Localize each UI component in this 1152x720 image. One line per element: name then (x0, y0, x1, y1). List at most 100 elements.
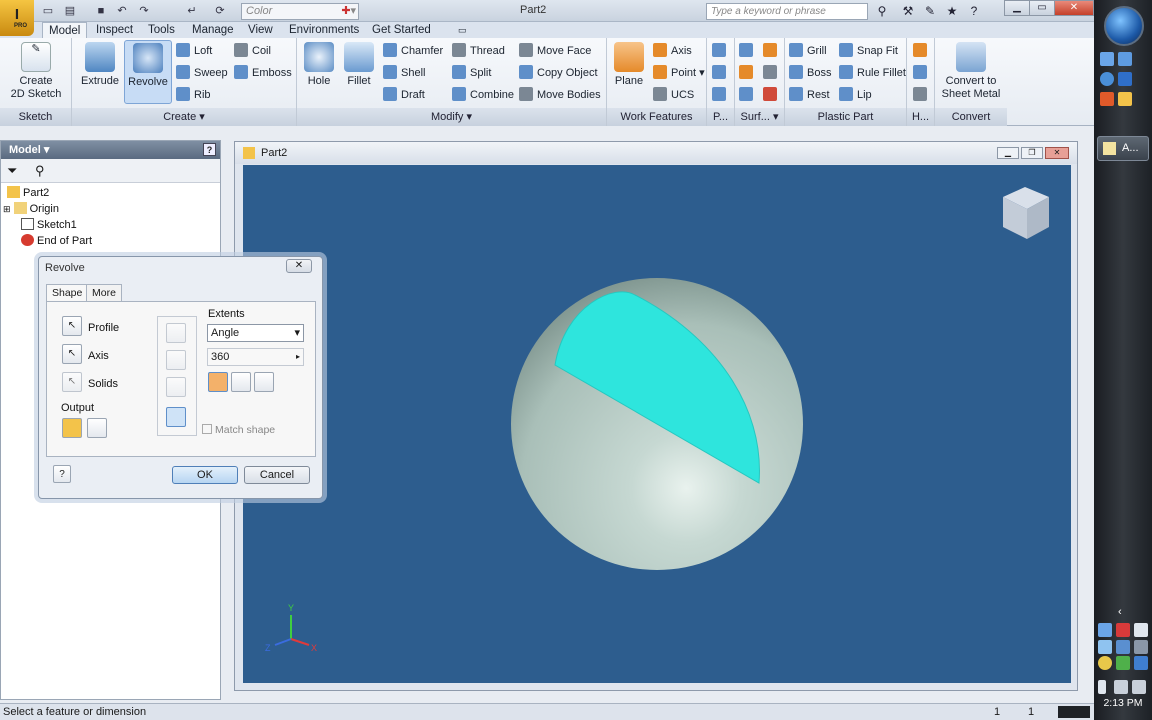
combine-button[interactable]: Combine (452, 86, 514, 104)
binoculars-icon[interactable]: ⚲ (874, 3, 890, 19)
direction-1-button[interactable] (208, 372, 228, 392)
output-surface-button[interactable] (87, 418, 107, 438)
tab-shape[interactable]: Shape (46, 284, 89, 302)
communication-icon[interactable]: ✎ (922, 3, 938, 19)
update-icon[interactable]: ⟳ (212, 3, 228, 19)
coil-button[interactable]: Coil (234, 42, 271, 60)
folder-icon[interactable] (1118, 92, 1132, 106)
switch-windows-icon[interactable] (1118, 52, 1132, 66)
delete-face-button[interactable] (763, 86, 781, 104)
tray-icon-9[interactable] (1134, 656, 1148, 670)
new-solid-button[interactable] (166, 407, 186, 427)
help-icon[interactable]: ? (53, 465, 71, 483)
word-icon[interactable] (1118, 72, 1132, 86)
tab-inspect[interactable]: Inspect (90, 22, 139, 38)
snap-fit-button[interactable]: Snap Fit (839, 42, 898, 60)
fillet-button[interactable]: Fillet (341, 42, 377, 88)
tree-item-origin[interactable]: ⊞ Origin (3, 202, 59, 217)
expand-icon[interactable]: ⊞ (3, 204, 11, 214)
redo-icon[interactable]: ↷ (136, 3, 152, 19)
tab-more[interactable]: More (86, 284, 122, 302)
filter-icon[interactable]: ⏷ (7, 163, 17, 179)
model-canvas[interactable]: Y X Z (243, 165, 1071, 683)
shell-button[interactable]: Shell (383, 64, 425, 82)
favorites-icon[interactable]: ★ (944, 3, 960, 19)
save-icon[interactable]: ■ (93, 3, 109, 19)
point-button[interactable]: Point ▾ (653, 64, 705, 82)
loft-button[interactable]: Loft (176, 42, 212, 60)
tray-icon-8[interactable] (1116, 656, 1130, 670)
move-face-button[interactable]: Move Face (519, 42, 591, 60)
tab-manage[interactable]: Manage (186, 22, 240, 38)
battery-icon[interactable] (1098, 680, 1106, 694)
profile-select-button[interactable]: ↖ (62, 316, 82, 336)
browser-header[interactable]: Model ▾? (1, 141, 220, 159)
harness-tool-2-button[interactable] (913, 64, 931, 82)
tray-icon-2[interactable] (1116, 623, 1130, 637)
tray-icon-1[interactable] (1098, 623, 1112, 637)
sculpt-button[interactable] (739, 86, 757, 104)
volume-icon[interactable] (1132, 680, 1146, 694)
patch-button[interactable] (763, 42, 781, 60)
harness-tool-3-button[interactable] (913, 86, 931, 104)
minimize-button[interactable]: ▁ (1004, 0, 1030, 16)
rib-button[interactable]: Rib (176, 86, 211, 104)
create-panel-title[interactable]: Create ▾ (72, 108, 296, 126)
close-button[interactable]: ✕ (1054, 0, 1094, 16)
lip-button[interactable]: Lip (839, 86, 872, 104)
circular-pattern-button[interactable] (712, 64, 730, 82)
mirror-button[interactable] (712, 86, 730, 104)
view-cube[interactable] (1003, 187, 1049, 239)
extrude-button[interactable]: Extrude (78, 42, 122, 88)
help-icon[interactable]: ? (203, 143, 216, 156)
move-bodies-button[interactable]: Move Bodies (519, 86, 601, 104)
doc-minimize-button[interactable]: ▁ (997, 147, 1019, 159)
tab-get-started[interactable]: Get Started (366, 22, 437, 38)
split-button[interactable]: Split (452, 64, 491, 82)
hole-button[interactable]: Hole (301, 42, 337, 88)
application-menu-button[interactable]: I PRO (0, 0, 34, 36)
help-icon[interactable]: ? (966, 3, 982, 19)
tab-tools[interactable]: Tools (142, 22, 181, 38)
modify-panel-title[interactable]: Modify ▾ (297, 108, 606, 126)
chamfer-button[interactable]: Chamfer (383, 42, 443, 60)
stitch-button[interactable] (739, 64, 757, 82)
create-2d-sketch-button[interactable]: ✎ Create 2D Sketch (6, 42, 66, 101)
show-desktop-icon[interactable] (1100, 52, 1114, 66)
revolve-button[interactable]: Revolve (124, 40, 172, 104)
find-icon[interactable]: ⚲ (35, 163, 45, 179)
axis-select-button[interactable]: ↖ (62, 344, 82, 364)
show-hidden-icons-icon[interactable]: ‹ (1118, 606, 1122, 618)
match-shape-checkbox[interactable]: Match shape (202, 424, 275, 436)
dialog-close-button[interactable]: ✕ (286, 259, 312, 273)
ucs-button[interactable]: UCS (653, 86, 694, 104)
rectangular-pattern-button[interactable] (712, 42, 730, 60)
extents-dropdown[interactable]: Angle ▾ (207, 324, 304, 342)
chevron-right-icon[interactable]: ▸ (296, 349, 300, 365)
return-icon[interactable]: ↵ (184, 3, 200, 19)
copy-object-button[interactable]: Copy Object (519, 64, 598, 82)
harness-panel-title[interactable]: H... (907, 108, 934, 126)
doc-restore-button[interactable]: ❐ (1021, 147, 1043, 159)
app-launcher-icon[interactable] (1100, 92, 1114, 106)
subscription-icon[interactable]: ⚒ (900, 3, 916, 19)
tree-item-end-of-part[interactable]: End of Part (21, 234, 92, 249)
boss-button[interactable]: Boss (789, 64, 831, 82)
sweep-button[interactable]: Sweep (176, 64, 228, 82)
tab-model[interactable]: Model (42, 22, 88, 38)
tab-environments[interactable]: Environments (283, 22, 365, 38)
undo-icon[interactable]: ↶ (114, 3, 130, 19)
tree-item-part[interactable]: Part2 (7, 186, 49, 201)
trim-button[interactable] (763, 64, 781, 82)
network-icon[interactable] (1114, 680, 1128, 694)
pattern-panel-title[interactable]: P... (707, 108, 734, 126)
tray-icon-4[interactable] (1098, 640, 1112, 654)
plane-button[interactable]: Plane (611, 42, 647, 88)
tray-icon-6[interactable] (1134, 640, 1148, 654)
rest-button[interactable]: Rest (789, 86, 830, 104)
tab-view[interactable]: View (242, 22, 279, 38)
rule-fillet-button[interactable]: Rule Fillet (839, 64, 906, 82)
doc-close-button[interactable]: ✕ (1045, 147, 1069, 159)
tray-icon-3[interactable] (1134, 623, 1148, 637)
ok-button[interactable]: OK (172, 466, 238, 484)
